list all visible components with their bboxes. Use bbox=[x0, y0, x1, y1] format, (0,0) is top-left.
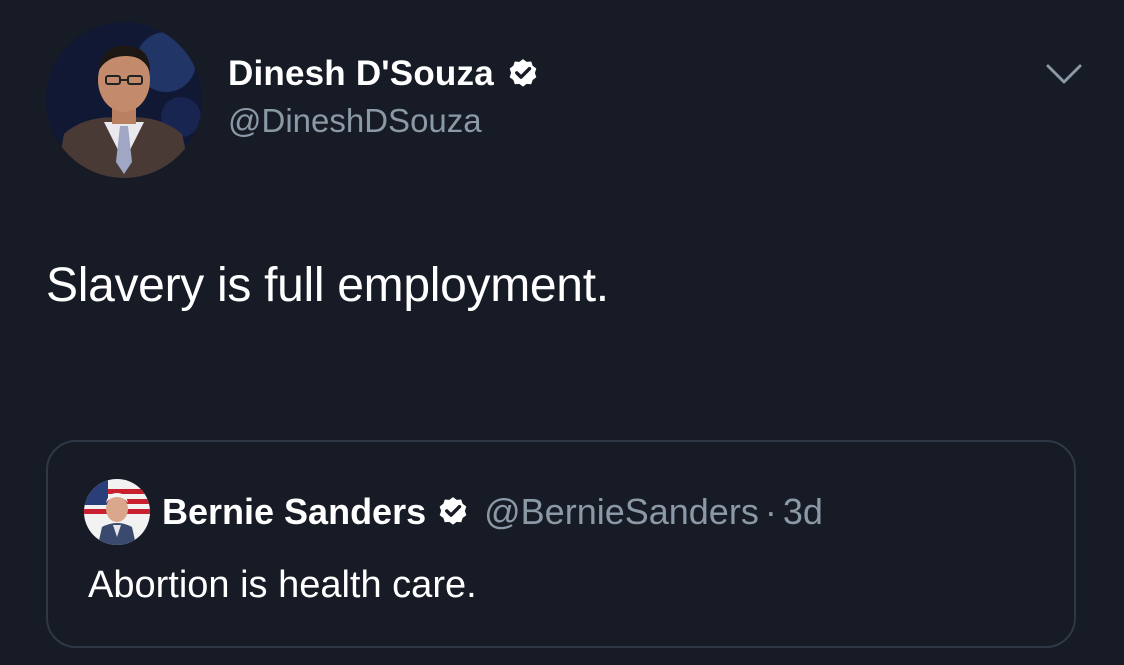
author-info[interactable]: Dinesh D'Souza @DineshDSouza bbox=[228, 52, 540, 140]
author-handle[interactable]: @DineshDSouza bbox=[228, 102, 540, 140]
chevron-down-icon[interactable] bbox=[1044, 60, 1084, 88]
separator-dot: · bbox=[764, 491, 777, 532]
quoted-author-avatar[interactable] bbox=[84, 479, 150, 545]
author-avatar[interactable] bbox=[46, 22, 202, 178]
profile-photo-icon bbox=[84, 479, 150, 545]
quoted-author-display-name[interactable]: Bernie Sanders bbox=[162, 491, 426, 533]
quoted-tweet-timestamp[interactable]: 3d bbox=[783, 491, 823, 533]
profile-photo-icon bbox=[46, 22, 202, 178]
verified-badge-icon bbox=[439, 497, 467, 525]
tweet-text: Slavery is full employment. bbox=[46, 259, 609, 312]
quoted-tweet-header: Bernie Sanders @BernieSanders · 3d bbox=[84, 479, 823, 545]
tweet[interactable]: Dinesh D'Souza @DineshDSouza Slavery is … bbox=[0, 0, 1124, 665]
verified-badge-icon bbox=[509, 59, 537, 87]
quoted-tweet-text: Abortion is health care. bbox=[88, 564, 477, 606]
author-display-name[interactable]: Dinesh D'Souza bbox=[228, 54, 494, 94]
quoted-tweet-card[interactable]: Bernie Sanders @BernieSanders · 3d Abort… bbox=[46, 440, 1076, 648]
quoted-author-handle[interactable]: @BernieSanders bbox=[484, 491, 759, 533]
